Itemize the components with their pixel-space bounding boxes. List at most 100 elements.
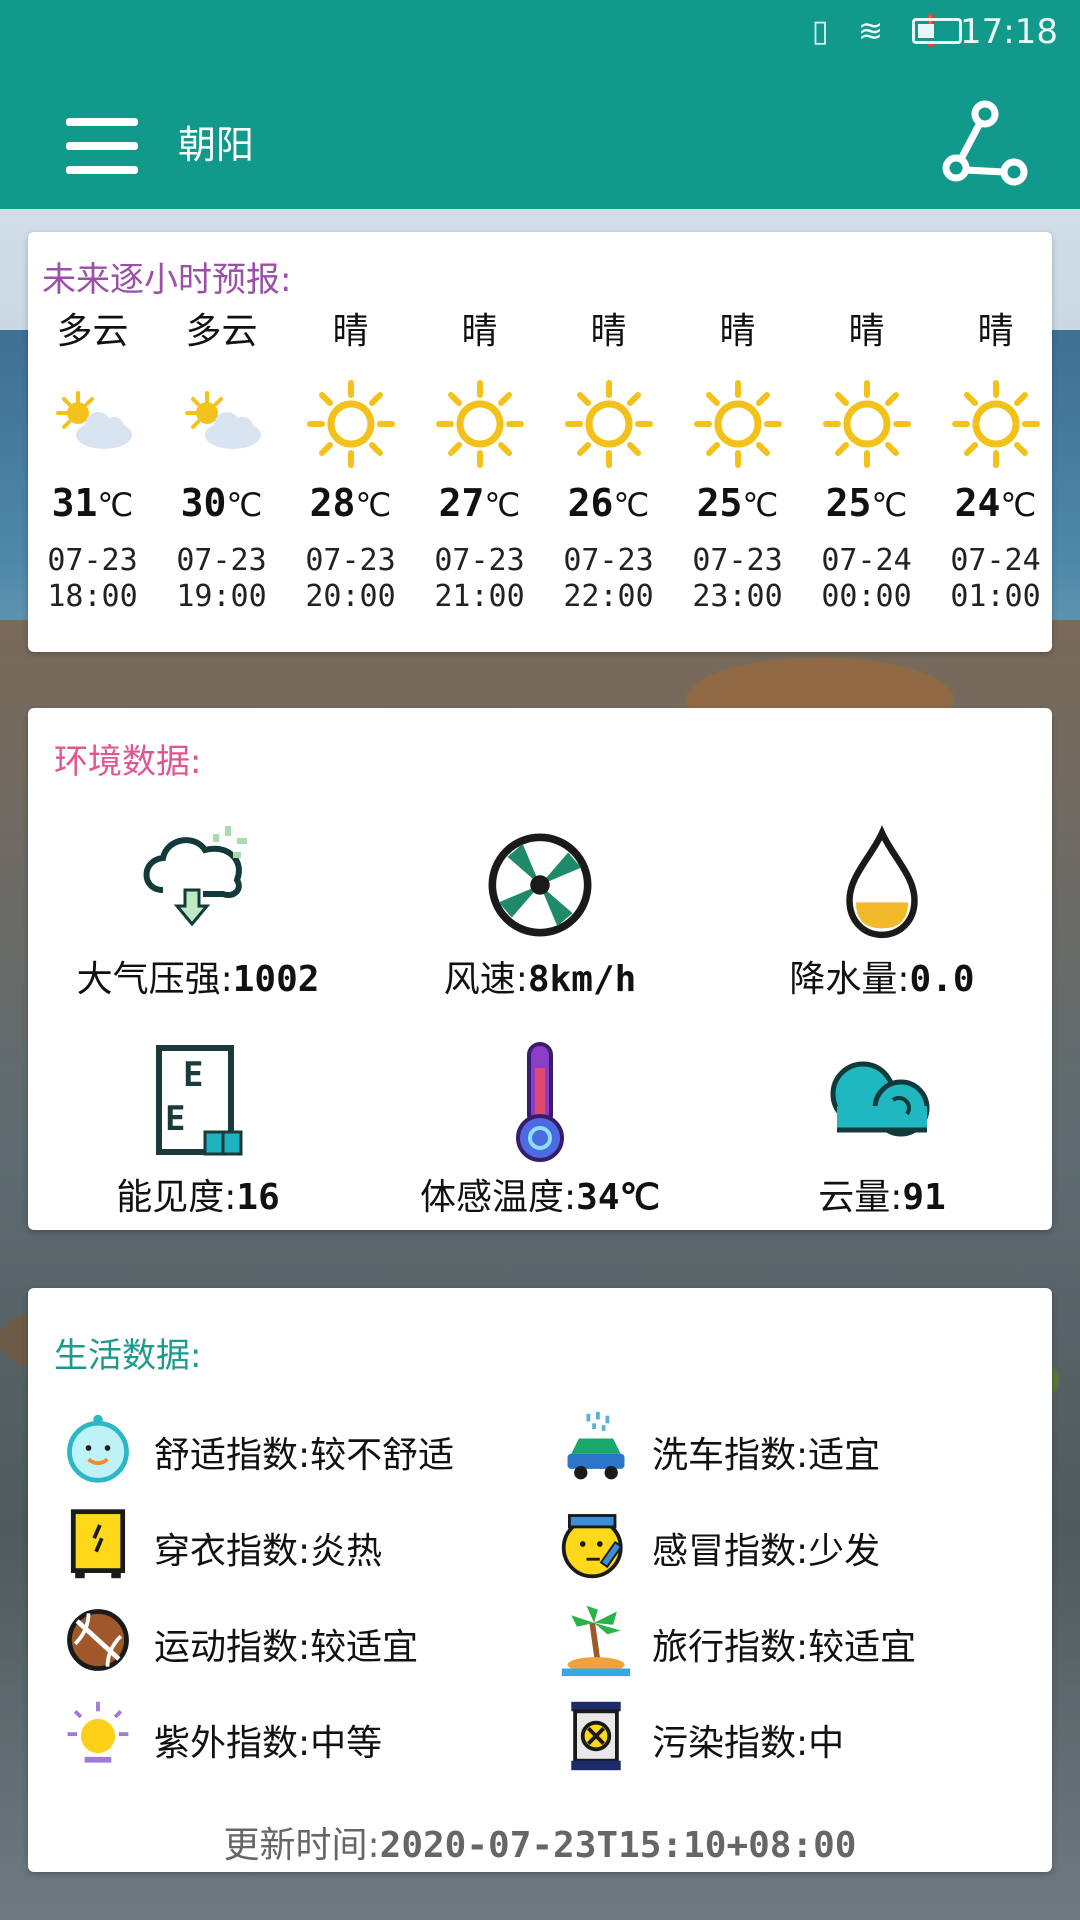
- status-bar: ▯ ≋ ❗ 17:18: [0, 0, 1080, 64]
- life-index-text: 紫外指数:中等: [154, 1723, 383, 1764]
- water-drop-icon: [817, 820, 947, 940]
- car-wash-icon: [558, 1410, 634, 1486]
- thermometer-icon: [475, 1038, 605, 1162]
- life-title: 生活数据:: [54, 1336, 202, 1376]
- hourly-temp-value: 27: [438, 481, 485, 525]
- environment-item: 大气压强:1002: [28, 820, 368, 1002]
- life-index-text: 旅行指数:较适宜: [652, 1627, 917, 1668]
- hourly-temperature: 30℃: [157, 481, 286, 525]
- environment-label-name: 体感温度:: [420, 1177, 577, 1218]
- hourly-date: 07-23: [47, 543, 138, 578]
- hourly-time: 22:00: [563, 579, 654, 614]
- hourly-time: 00:00: [821, 579, 912, 614]
- life-index-text: 运动指数:较适宜: [154, 1627, 419, 1668]
- hourly-time: 01:00: [950, 579, 1041, 614]
- hourly-time: 20:00: [305, 579, 396, 614]
- life-index-text: 感冒指数:少发: [652, 1531, 881, 1572]
- hourly-item: 晴 27℃ 07-23 21:00: [415, 307, 544, 615]
- hourly-temp-unit: ℃: [613, 486, 650, 524]
- share-icon[interactable]: [940, 100, 1030, 190]
- pollution-icon: [558, 1698, 634, 1774]
- hourly-date: 07-23: [176, 543, 267, 578]
- hourly-temp-unit: ℃: [226, 486, 263, 524]
- hourly-list[interactable]: 多云 31℃ 07-23 18:00 多云 30℃ 07-23 19:00 晴 28℃ 07-23 2…: [28, 307, 1048, 642]
- hourly-temperature: 26℃: [544, 481, 673, 525]
- hourly-time: 18:00: [47, 579, 138, 614]
- environment-item: E E 能见度:16: [28, 1038, 368, 1220]
- hourly-condition: 晴: [332, 311, 369, 352]
- hourly-temperature: 28℃: [286, 481, 415, 525]
- battery-icon: [912, 18, 962, 44]
- hourly-temp-value: 28: [309, 481, 356, 525]
- svg-text:E: E: [165, 1099, 185, 1139]
- hourly-temp-unit: ℃: [97, 486, 134, 524]
- update-time: 更新时间:2020-07-23T15:10+08:00: [28, 1816, 1052, 1868]
- hourly-date: 07-23: [434, 543, 525, 578]
- hourly-item: 晴 28℃ 07-23 20:00: [286, 307, 415, 615]
- hourly-condition: 晴: [719, 311, 756, 352]
- environment-label: 大气压强:1002: [28, 950, 368, 1002]
- environment-title: 环境数据:: [54, 742, 202, 782]
- environment-item: 降水量:0.0: [712, 820, 1052, 1002]
- hourly-date: 07-24: [950, 543, 1041, 578]
- sun-icon: [435, 379, 525, 469]
- hourly-time: 19:00: [176, 579, 267, 614]
- hourly-date: 07-23: [305, 543, 396, 578]
- update-value: 2020-07-23T15:10+08:00: [379, 1825, 857, 1866]
- hourly-condition: 多云: [185, 311, 258, 352]
- environment-label-name: 大气压强:: [76, 959, 233, 1000]
- hourly-temp-unit: ℃: [355, 486, 392, 524]
- environment-label-name: 云量:: [818, 1177, 903, 1218]
- partly-cloudy-icon: [48, 379, 138, 469]
- environment-label: 体感温度:34℃: [370, 1168, 710, 1220]
- environment-label: 能见度:16: [28, 1168, 368, 1220]
- environment-label: 云量:91: [712, 1168, 1052, 1220]
- hourly-condition: 晴: [461, 311, 498, 352]
- hourly-item: 晴 25℃ 07-24 00:00: [802, 307, 931, 615]
- cloud-icon: [817, 1038, 947, 1158]
- hourly-temperature: 31℃: [28, 481, 157, 525]
- hourly-temp-value: 25: [825, 481, 872, 525]
- partly-cloudy-icon: [177, 379, 267, 469]
- hourly-item: 晴 25℃ 07-23 23:00: [673, 307, 802, 615]
- city-title: 朝阳: [178, 123, 255, 167]
- hourly-temperature: 27℃: [415, 481, 544, 525]
- environment-value: 91: [902, 1177, 946, 1218]
- environment-label-name: 风速:: [443, 959, 528, 1000]
- uv-sun-icon: [60, 1698, 136, 1774]
- hourly-temp-unit: ℃: [1000, 486, 1037, 524]
- cold-face-icon: [558, 1506, 634, 1582]
- hourly-date: 07-23: [563, 543, 654, 578]
- hourly-condition: 晴: [590, 311, 627, 352]
- update-label: 更新时间:: [223, 1825, 380, 1866]
- hourly-time: 21:00: [434, 579, 525, 614]
- environment-value: 34℃: [576, 1177, 660, 1218]
- hourly-temp-value: 31: [51, 481, 98, 525]
- hourly-temp-unit: ℃: [871, 486, 908, 524]
- fan-icon: [475, 820, 605, 940]
- hourly-condition: 多云: [56, 311, 129, 352]
- environment-value: 0.0: [909, 959, 975, 1000]
- hourly-item: 晴 26℃ 07-23 22:00: [544, 307, 673, 615]
- menu-icon[interactable]: [66, 118, 138, 174]
- hourly-condition: 晴: [848, 311, 885, 352]
- status-time: 17:18: [960, 12, 1058, 52]
- ball-icon: [60, 1602, 136, 1678]
- hourly-date: 07-24: [821, 543, 912, 578]
- app-bar: 朝阳: [0, 64, 1080, 209]
- hourly-temperature: 25℃: [802, 481, 931, 525]
- hourly-temp-unit: ℃: [484, 486, 521, 524]
- hourly-item: 多云 31℃ 07-23 18:00: [28, 307, 157, 615]
- life-index-text: 穿衣指数:炎热: [154, 1531, 383, 1572]
- clothing-icon: [60, 1506, 136, 1582]
- hourly-temp-value: 30: [180, 481, 227, 525]
- environment-value: 1002: [232, 959, 320, 1000]
- svg-text:E: E: [183, 1055, 203, 1095]
- environment-item: 云量:91: [712, 1038, 1052, 1220]
- palm-island-icon: [558, 1602, 634, 1678]
- environment-label: 降水量:0.0: [712, 950, 1052, 1002]
- hourly-temperature: 25℃: [673, 481, 802, 525]
- hourly-item: 多云 30℃ 07-23 19:00: [157, 307, 286, 615]
- hourly-forecast-card: 未来逐小时预报: 多云 31℃ 07-23 18:00 多云 30℃ 07-23 19:00 晴…: [28, 232, 1052, 652]
- environment-value: 8km/h: [527, 959, 637, 1000]
